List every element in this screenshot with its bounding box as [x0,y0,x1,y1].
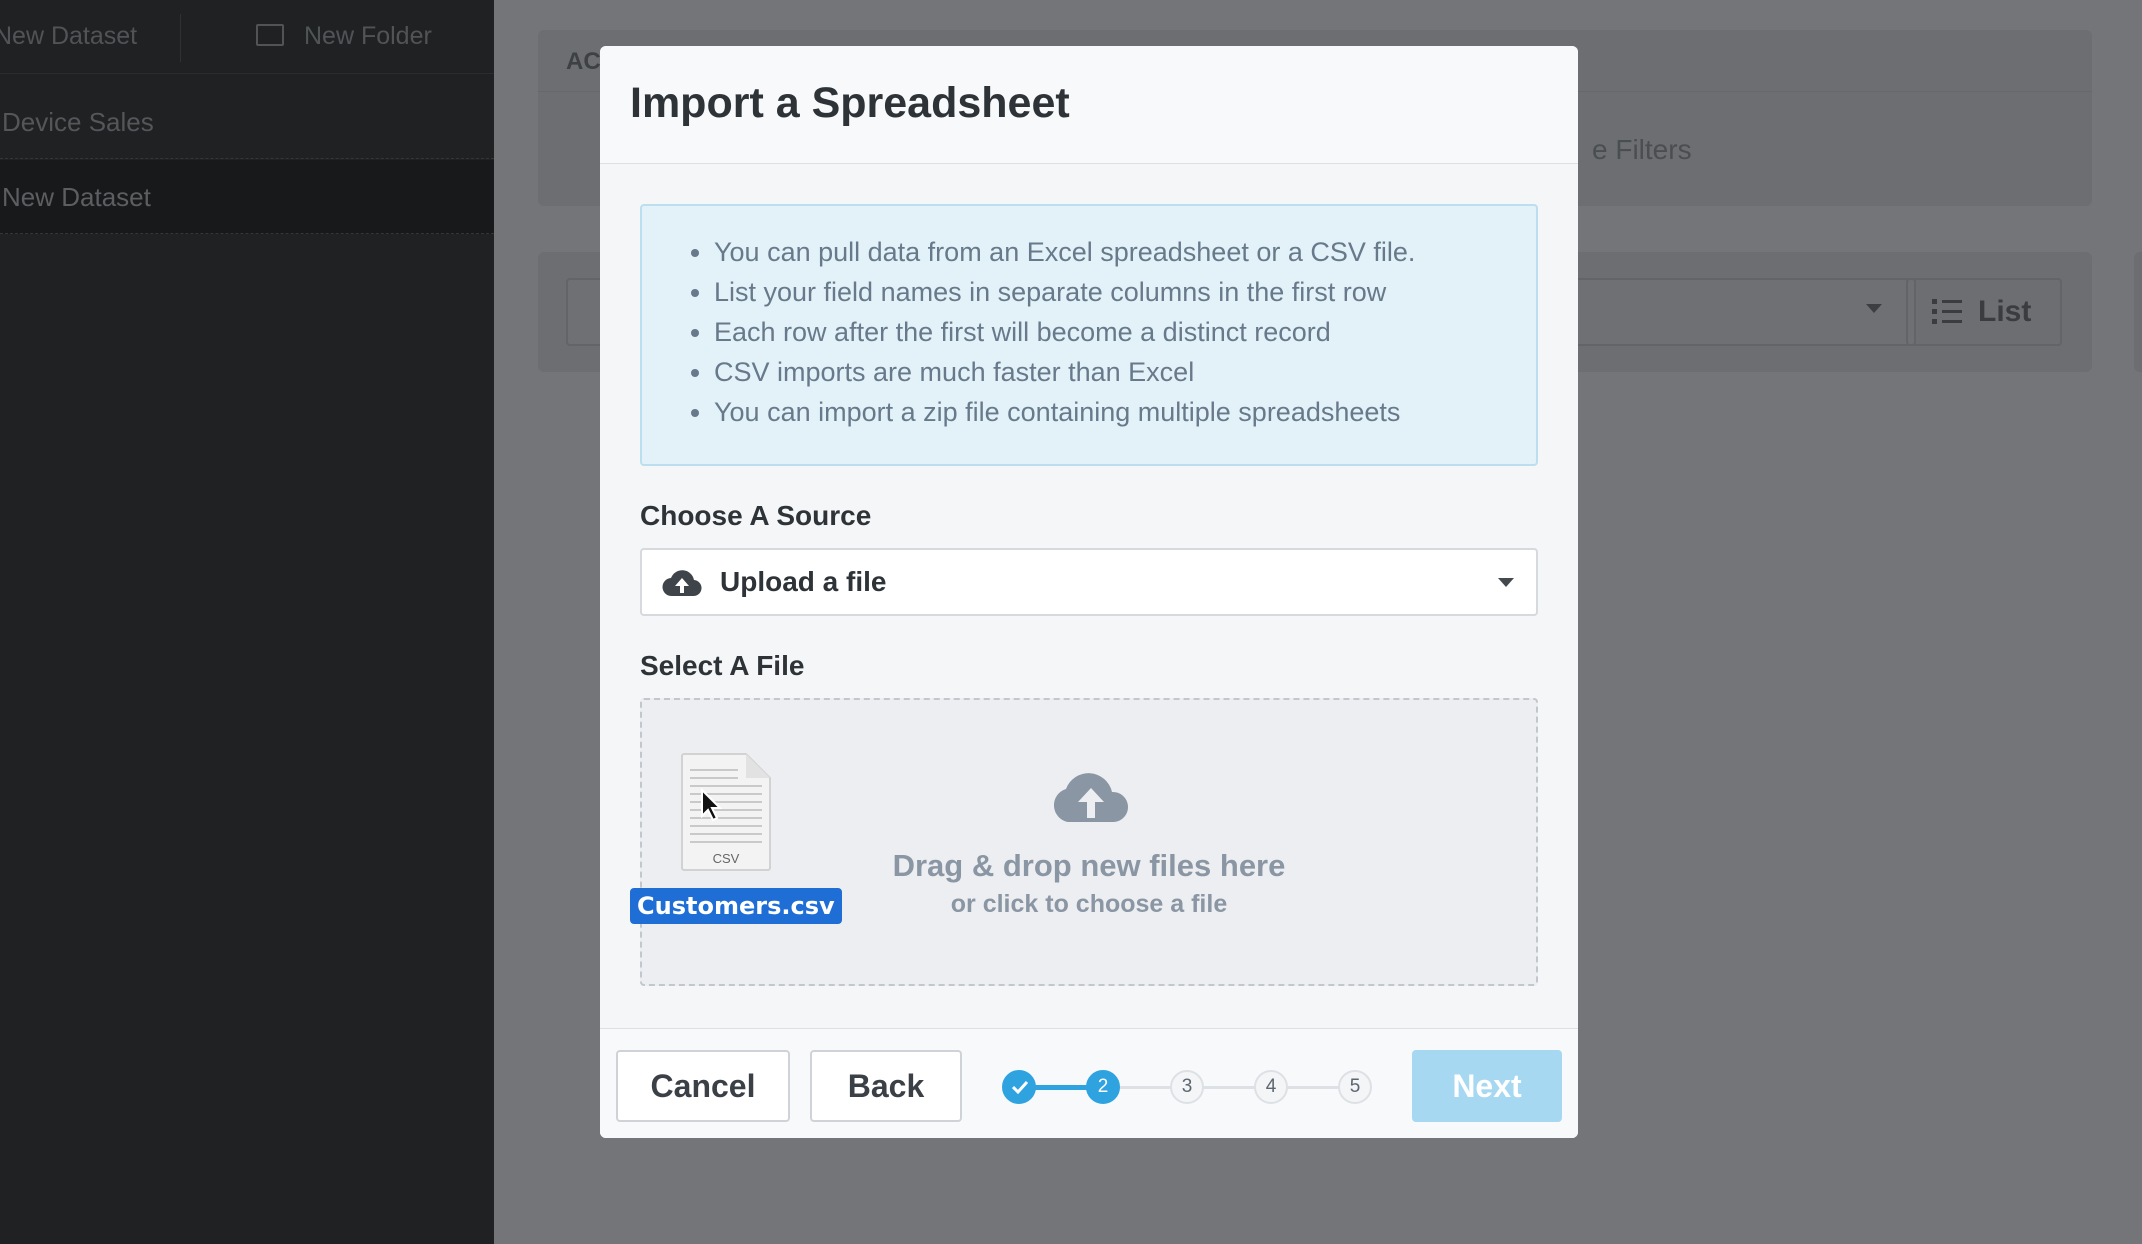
check-icon [1012,1080,1028,1094]
info-box: You can pull data from an Excel spreadsh… [640,204,1538,466]
filters-link[interactable]: e Filters [1592,134,1692,166]
card-header-text: AC [566,48,601,75]
sidebar-item-new-dataset[interactable]: New Dataset [0,160,494,234]
tip-item: You can pull data from an Excel spreadsh… [714,232,1536,272]
step-1-complete [1002,1070,1036,1104]
mouse-cursor-icon [701,788,722,822]
list-view-label: List [1978,295,2032,328]
cancel-button[interactable]: Cancel [616,1050,790,1122]
tip-item: You can import a zip file containing mul… [714,392,1536,432]
folder-icon [256,24,284,46]
file-label: Select A File [640,650,805,681]
csv-file-icon: CSV [681,753,771,871]
dragged-file-name: Customers.csv [630,888,842,924]
step-4: 4 [1254,1070,1288,1104]
step-3: 3 [1170,1070,1204,1104]
new-folder-button[interactable]: New Folder [304,22,432,51]
sidebar: New Dataset New Folder Device Sales New … [0,0,494,1244]
chevron-down-icon [1866,304,1882,313]
modal-footer: Cancel Back 2 3 4 5 Next [600,1028,1578,1138]
next-button[interactable]: Next [1412,1050,1562,1122]
step-5: 5 [1338,1070,1372,1104]
tip-item: List your field names in separate column… [714,272,1536,312]
import-modal: Import a Spreadsheet You can pull data f… [600,46,1578,1138]
tips-list: You can pull data from an Excel spreadsh… [714,232,1536,432]
source-label: Choose A Source [640,500,872,531]
tip-item: CSV imports are much faster than Excel [714,352,1536,392]
back-button[interactable]: Back [810,1050,962,1122]
source-select-value: Upload a file [720,566,887,597]
step-progress: 2 3 4 5 [1002,1070,1376,1104]
source-select[interactable]: Upload a file [640,548,1538,616]
background-card-edge [2134,252,2142,372]
list-icon [1932,299,1962,324]
cloud-upload-icon [1053,773,1129,822]
sidebar-item-device-sales[interactable]: Device Sales [0,85,494,159]
modal-title: Import a Spreadsheet [630,79,1070,127]
cloud-upload-icon [662,570,702,597]
list-view-button[interactable]: List [1906,278,2062,346]
chevron-down-icon [1498,578,1514,587]
step-2-current: 2 [1086,1070,1120,1104]
sidebar-toolbar: New Dataset New Folder [0,0,494,74]
toolbar-divider [180,14,181,62]
file-extension: CSV [713,851,740,866]
tip-item: Each row after the first will become a d… [714,312,1536,352]
new-dataset-button[interactable]: New Dataset [0,22,137,51]
modal-header: Import a Spreadsheet [600,46,1578,164]
dragged-file[interactable]: CSV Customers.csv [630,752,842,924]
